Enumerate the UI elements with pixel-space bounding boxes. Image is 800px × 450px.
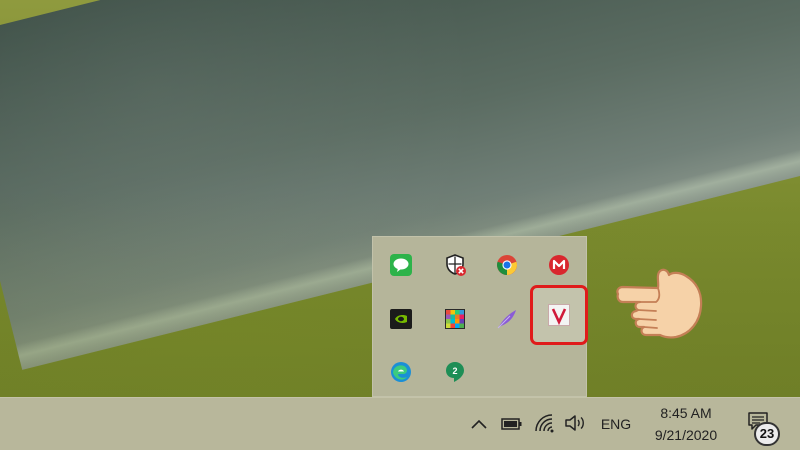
- show-hidden-icons-button[interactable]: [468, 412, 490, 436]
- chrome-icon: [497, 255, 517, 275]
- unikey-icon: [548, 304, 570, 326]
- line-icon: [390, 254, 412, 276]
- tray-hangouts[interactable]: 2: [433, 350, 477, 394]
- svg-text:2: 2: [452, 366, 457, 376]
- clock-button[interactable]: 8:45 AM 9/21/2020: [642, 402, 730, 446]
- color-palette-icon: [445, 309, 465, 329]
- wifi-icon: [535, 414, 554, 433]
- nvidia-icon: [390, 309, 412, 329]
- mega-icon: [549, 255, 569, 275]
- tray-mega[interactable]: [537, 243, 581, 287]
- tray-line[interactable]: [379, 243, 423, 287]
- windows-security-icon: [446, 254, 466, 276]
- notification-count-badge: 23: [754, 422, 780, 446]
- pointing-hand-icon: [616, 268, 703, 339]
- clock-time: 8:45 AM: [660, 405, 712, 421]
- tray-edge[interactable]: [379, 350, 423, 394]
- tray-nvidia[interactable]: [379, 297, 423, 341]
- chevron-up-icon: [471, 419, 487, 429]
- tray-unikey-selected[interactable]: [530, 285, 588, 345]
- feather-icon: [497, 310, 516, 329]
- battery-icon: [501, 418, 522, 430]
- battery-button[interactable]: [500, 412, 524, 436]
- hangouts-icon: 2: [446, 362, 464, 382]
- input-language-button[interactable]: ENG: [596, 412, 636, 436]
- clock-date: 9/21/2020: [654, 427, 718, 443]
- tray-color-palette[interactable]: [433, 297, 477, 341]
- edge-icon: [391, 362, 411, 382]
- wifi-button[interactable]: [533, 410, 557, 436]
- hidden-icons-flyout: 2: [372, 236, 588, 397]
- taskbar: ENG 8:45 AM 9/21/2020 23: [0, 397, 800, 450]
- tray-chrome[interactable]: [485, 243, 529, 287]
- tray-windows-security[interactable]: [433, 243, 477, 287]
- volume-button[interactable]: [563, 410, 589, 436]
- tray-feather[interactable]: [485, 297, 529, 341]
- speaker-icon: [565, 415, 584, 431]
